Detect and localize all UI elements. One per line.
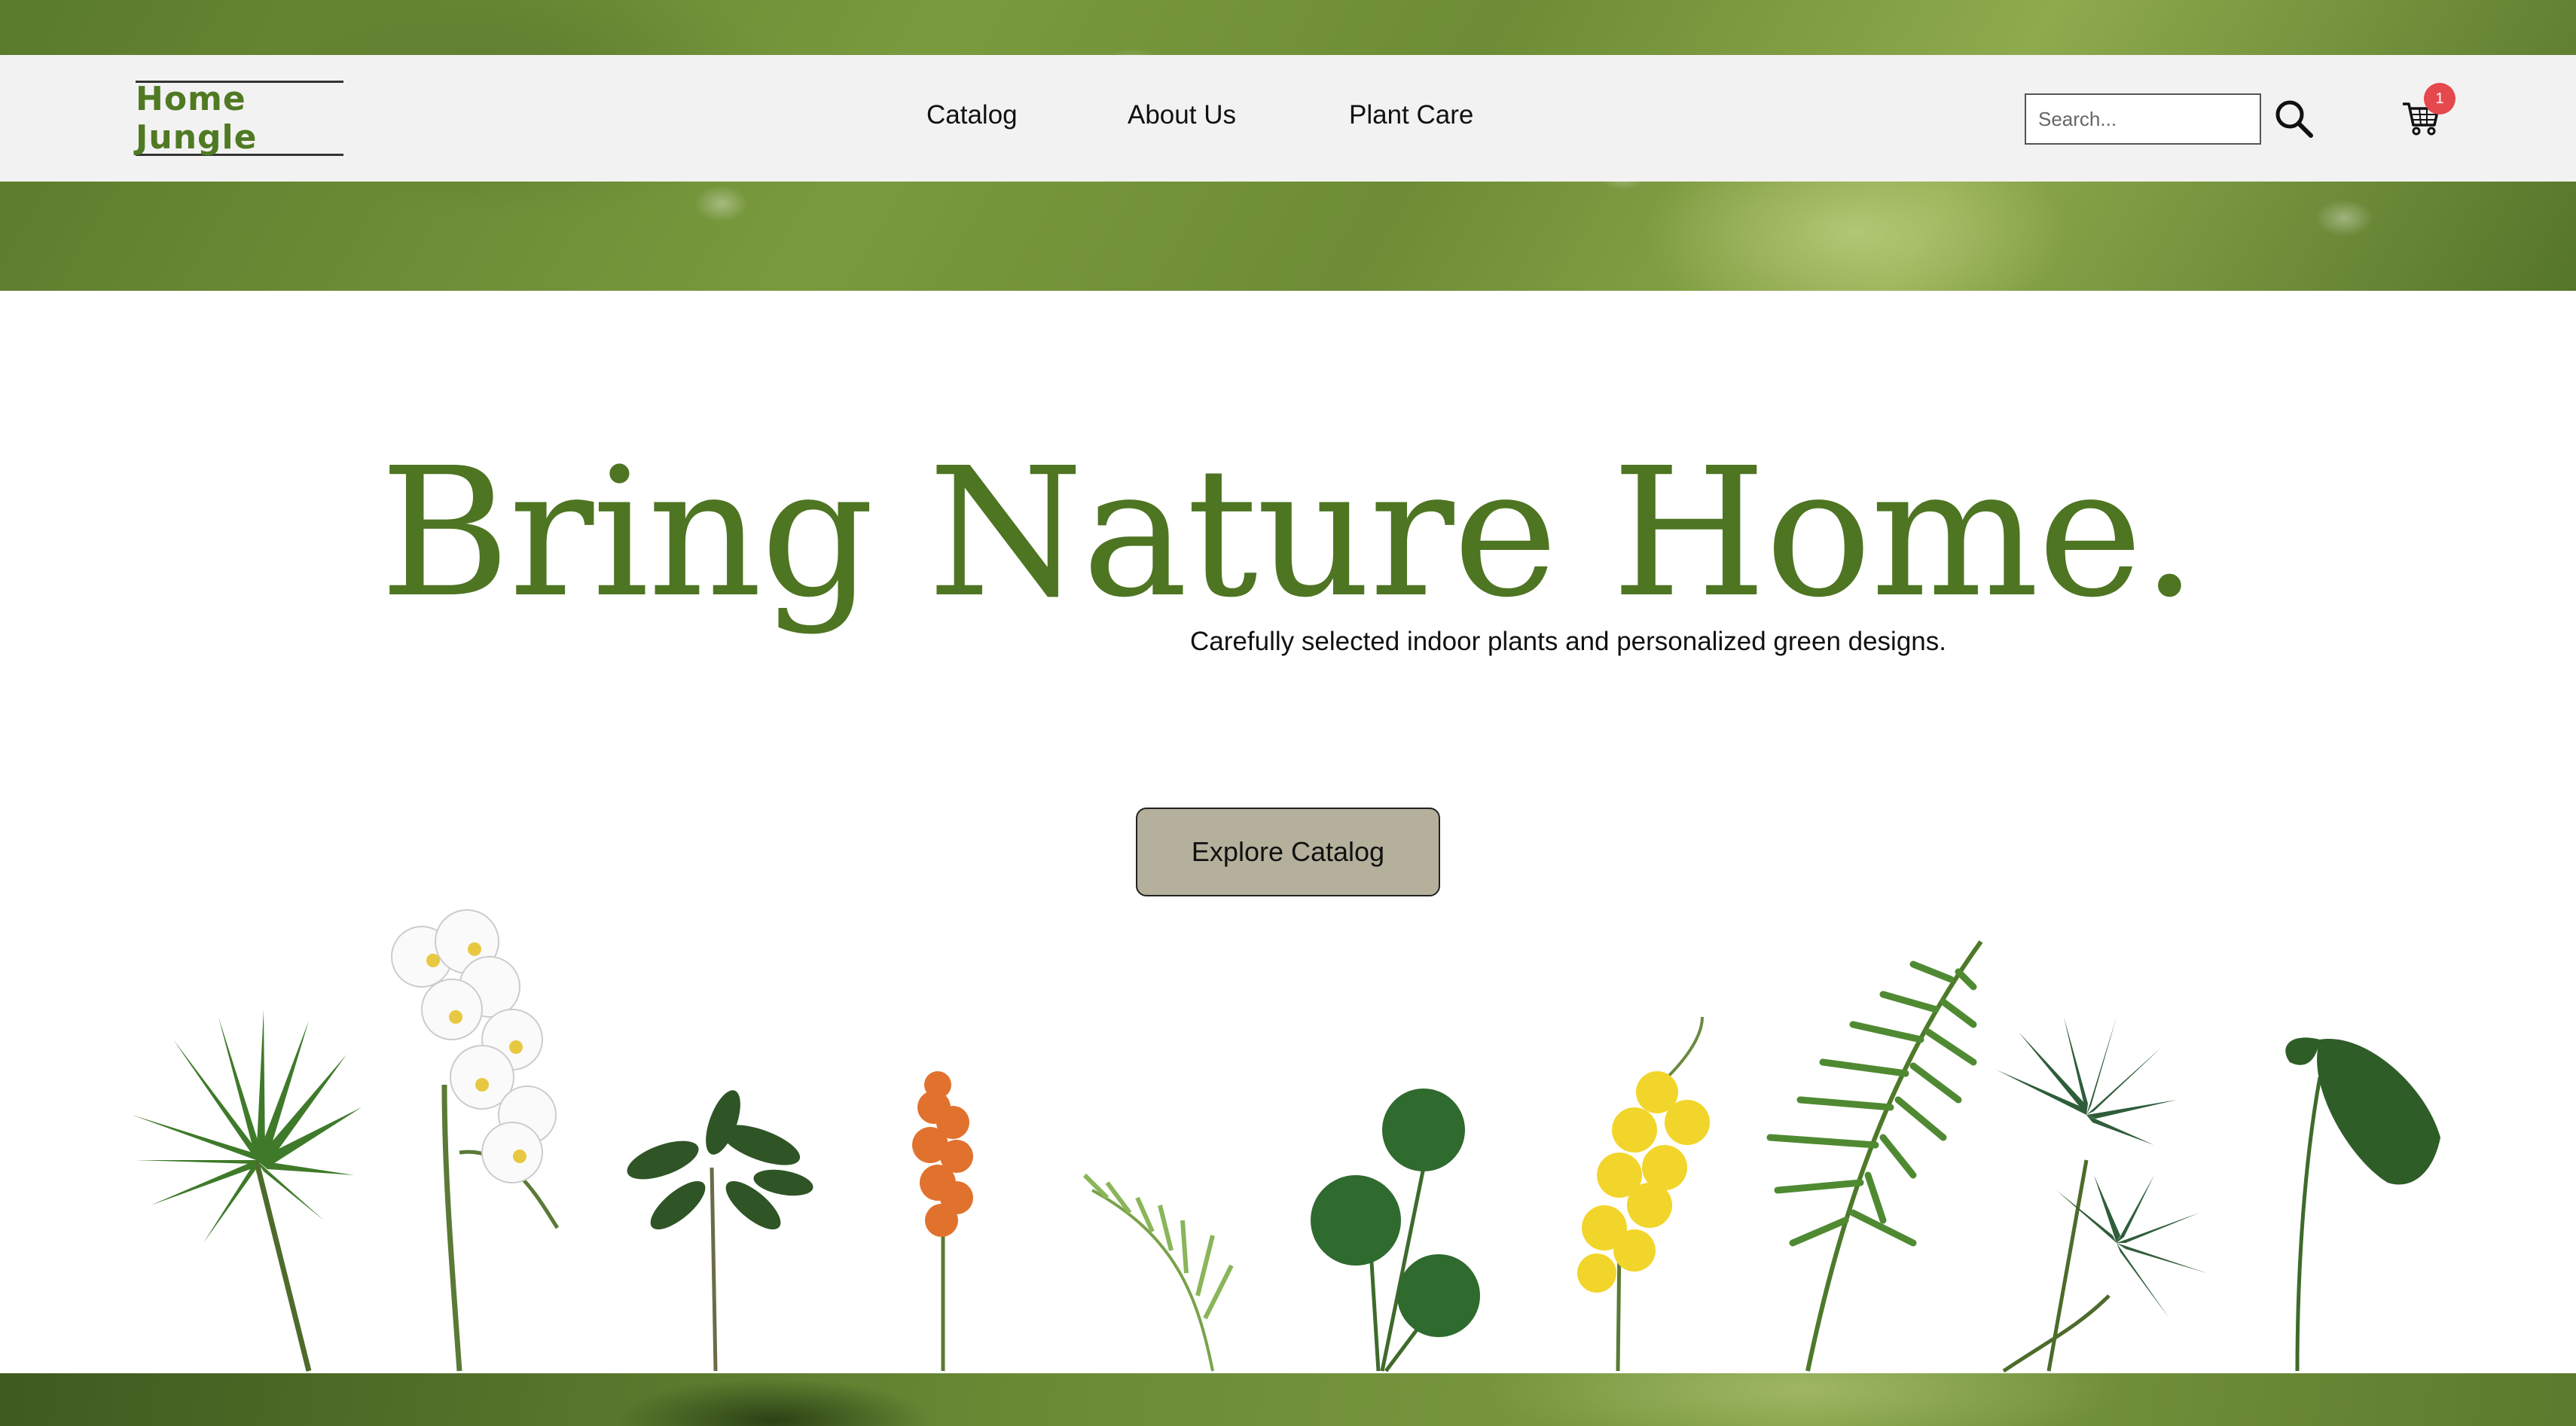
monstera-plant [1311,1089,1480,1373]
yellow-orchid-plant [1577,1016,1710,1372]
philodendron-plant [2285,1037,2440,1372]
explore-catalog-button[interactable]: Explore Catalog [1136,808,1440,896]
plants-illustration [132,909,2440,1373]
fern-palm-plant [1082,1173,1234,1372]
search-icon[interactable] [2272,96,2317,142]
page: Home Jungle Catalog About Us Plant Care … [0,0,2576,1426]
small-tree-plant [627,1090,813,1372]
nav-link-about-us[interactable]: About Us [1128,100,1236,130]
white-orchid-plant [391,909,560,1372]
fan-palm-double-plant [1996,1017,2207,1373]
orange-orchid-plant [912,1071,973,1371]
cart-count-badge: 1 [2424,83,2455,115]
search-input[interactable] [2025,93,2261,145]
fern-plant [1766,940,1983,1372]
nav-link-catalog[interactable]: Catalog [926,100,1018,130]
hero-title: Bring Nature Home. [380,429,2198,637]
leaf-footer-banner-image [0,1373,2576,1426]
logo[interactable]: Home Jungle [136,80,343,157]
fan-palm-plant [132,1009,362,1372]
hero-subtitle: Carefully selected indoor plants and per… [1190,627,1946,656]
nav-link-plant-care[interactable]: Plant Care [1349,100,1473,130]
